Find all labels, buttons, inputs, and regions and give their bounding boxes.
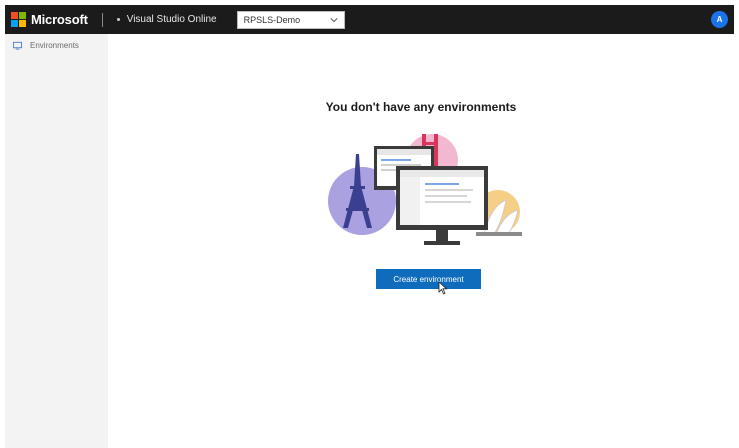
create-environment-button[interactable]: Create environment: [376, 269, 481, 289]
main-content: You don't have any environments Create e…: [108, 34, 734, 448]
plan-selector[interactable]: RPSLS-Demo: [236, 10, 345, 29]
mouse-cursor-icon: [438, 281, 448, 295]
header-divider: [101, 12, 103, 27]
bullet-icon: [116, 18, 120, 21]
environments-icon: [13, 41, 22, 50]
environments-empty-illustration: [328, 134, 522, 245]
top-bar: Microsoft Visual Studio Online RPSLS-Dem…: [5, 5, 734, 34]
user-avatar[interactable]: A: [711, 11, 728, 28]
sidebar-item-environments[interactable]: Environments: [5, 34, 108, 56]
product-name: Visual Studio Online: [126, 14, 217, 25]
empty-state-title: You don't have any environments: [325, 100, 517, 114]
microsoft-logo-icon: [11, 12, 26, 27]
sidebar-item-label: Environments: [30, 40, 79, 50]
app-window: Microsoft Visual Studio Online RPSLS-Dem…: [5, 5, 734, 448]
plan-selected-value: RPSLS-Demo: [243, 14, 301, 25]
sidebar: Environments: [5, 34, 108, 448]
front-monitor-icon: [396, 166, 488, 245]
brand-name: Microsoft: [31, 12, 88, 27]
microsoft-logo[interactable]: Microsoft: [11, 5, 88, 34]
chevron-down-icon: [330, 17, 338, 22]
product-link[interactable]: Visual Studio Online: [116, 14, 217, 25]
